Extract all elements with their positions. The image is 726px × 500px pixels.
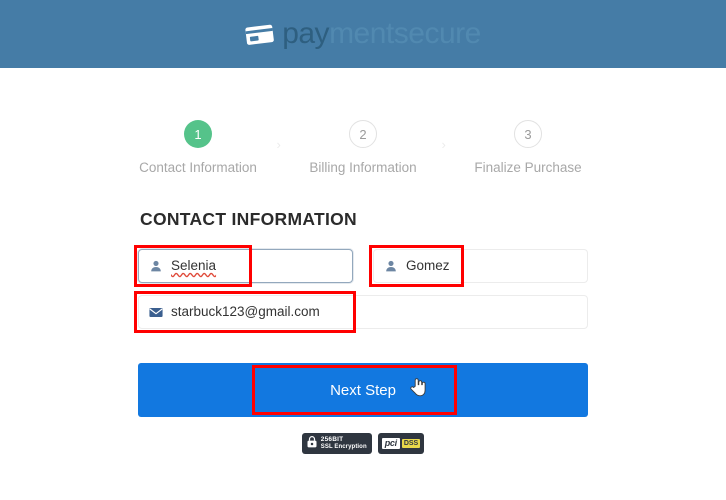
email-value: starbuck123@gmail.com xyxy=(171,304,320,320)
user-icon xyxy=(378,260,404,272)
next-step-label: Next Step xyxy=(330,381,396,399)
credit-card-icon xyxy=(245,23,275,46)
brand-logo: pay mentsecure xyxy=(245,19,481,49)
ssl-badge-line2: SSL Encryption xyxy=(320,443,367,450)
step-3-circle: 3 xyxy=(514,120,542,148)
email-field[interactable]: starbuck123@gmail.com xyxy=(138,295,588,329)
ssl-badge: 256BIT SSL Encryption xyxy=(301,433,372,454)
user-icon xyxy=(143,260,169,272)
brand-name-secondary: mentsecure xyxy=(329,17,481,50)
first-name-value: Selenia xyxy=(171,258,217,274)
step-contact-information[interactable]: 1 Contact Information xyxy=(116,120,281,175)
ssl-badge-text: 256BIT SSL Encryption xyxy=(320,435,367,450)
envelope-icon xyxy=(143,307,169,318)
name-row: Selenia Gomez xyxy=(138,249,588,283)
step-2-label: Billing Information xyxy=(309,160,417,175)
step-1-label: Contact Information xyxy=(139,160,257,175)
pci-dss-badge: pci DSS xyxy=(377,433,425,454)
checkout-page: 1 Contact Information › 2 Billing Inform… xyxy=(0,68,726,500)
step-billing-information[interactable]: 2 Billing Information xyxy=(281,120,446,175)
ssl-badge-line1: 256BIT xyxy=(320,435,344,443)
brand-name-primary: pay xyxy=(282,17,330,50)
dss-logo-mark: DSS xyxy=(401,439,421,448)
checkout-progress-steps: 1 Contact Information › 2 Billing Inform… xyxy=(0,68,726,175)
site-header: pay mentsecure xyxy=(0,0,726,68)
page-title: CONTACT INFORMATION xyxy=(140,209,357,229)
last-name-value: Gomez xyxy=(406,258,450,274)
first-name-field[interactable]: Selenia xyxy=(138,249,353,283)
step-3-label: Finalize Purchase xyxy=(474,160,582,175)
email-row: starbuck123@gmail.com xyxy=(138,295,588,329)
next-step-button[interactable]: Next Step xyxy=(138,363,588,417)
step-2-circle: 2 xyxy=(349,120,377,148)
brand-wordmark: pay mentsecure xyxy=(282,19,481,49)
pci-logo-mark: pci xyxy=(381,438,400,449)
step-finalize-purchase[interactable]: 3 Finalize Purchase xyxy=(446,120,611,175)
pointing-hand-cursor xyxy=(410,377,426,397)
last-name-field[interactable]: Gomez xyxy=(373,249,588,283)
trust-badges: 256BIT SSL Encryption pci DSS xyxy=(138,433,588,454)
lock-icon xyxy=(307,435,317,453)
contact-information-form: CONTACT INFORMATION Selenia Gomez starbu… xyxy=(138,175,588,454)
step-1-circle: 1 xyxy=(184,120,212,148)
